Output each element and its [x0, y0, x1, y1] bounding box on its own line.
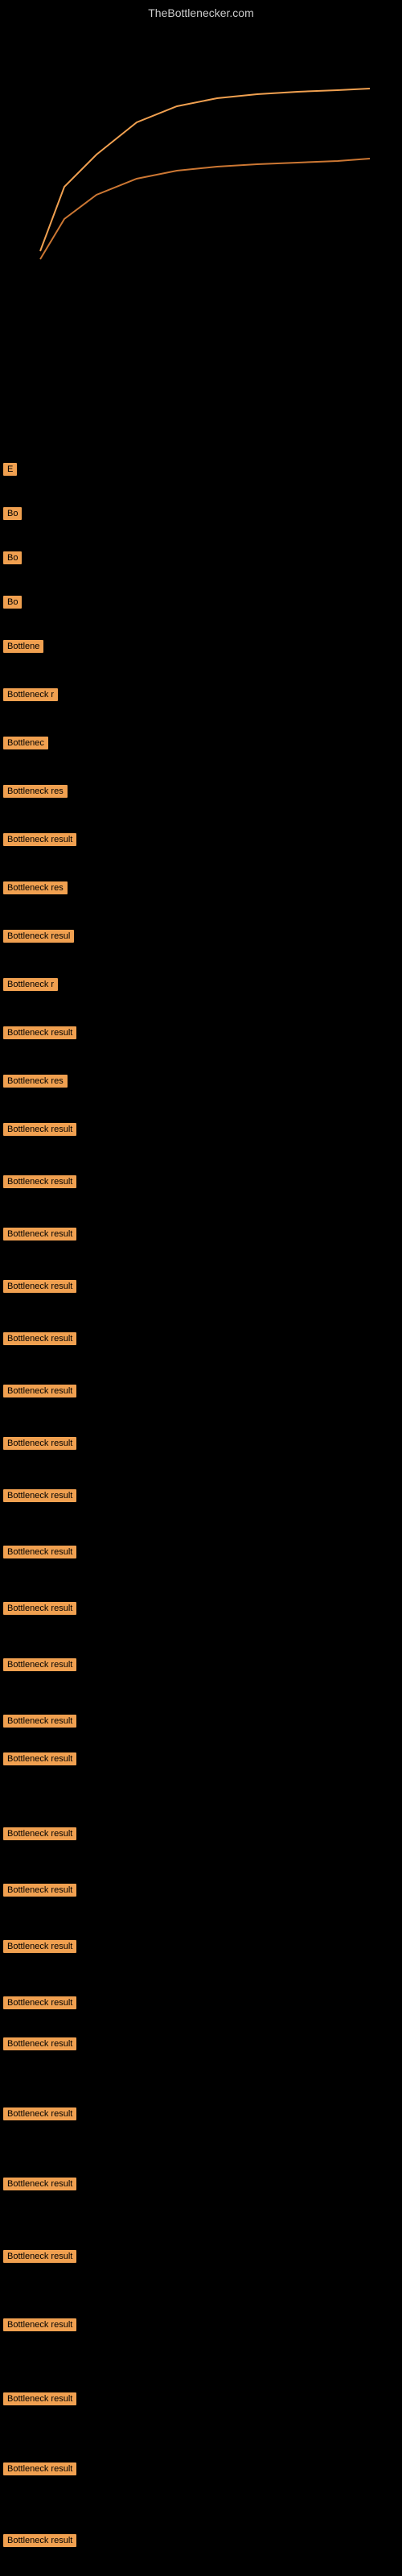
bottleneck-row-24[interactable]: Bottleneck result	[2, 1602, 76, 1615]
bottleneck-label-30: Bottleneck result	[3, 1940, 76, 1953]
bottleneck-row-19[interactable]: Bottleneck result	[2, 1332, 76, 1345]
bottleneck-label-17: Bottleneck result	[3, 1228, 76, 1241]
bottleneck-row-4[interactable]: Bo	[2, 596, 22, 609]
page-wrapper: TheBottlenecker.com E Bo Bo Bo Bottlene Bottl…	[0, 0, 402, 2576]
bottleneck-row-9[interactable]: Bottleneck result	[2, 833, 76, 846]
bottleneck-label-25: Bottleneck result	[3, 1658, 76, 1671]
bottleneck-label-16: Bottleneck result	[3, 1175, 76, 1188]
chart-area	[16, 26, 386, 275]
bottleneck-label-34: Bottleneck result	[3, 2178, 76, 2190]
bottleneck-row-10[interactable]: Bottleneck res	[2, 881, 68, 894]
bottleneck-row-38[interactable]: Bottleneck result	[2, 2462, 76, 2475]
bottleneck-row-23[interactable]: Bottleneck result	[2, 1546, 76, 1558]
bottleneck-row-2[interactable]: Bo	[2, 507, 22, 520]
bottleneck-label-31: Bottleneck result	[3, 1996, 76, 2009]
bottleneck-label-15: Bottleneck result	[3, 1123, 76, 1136]
bottleneck-row-6[interactable]: Bottleneck r	[2, 688, 58, 701]
bottleneck-row-39[interactable]: Bottleneck result	[2, 2534, 76, 2547]
bottleneck-row-14[interactable]: Bottleneck res	[2, 1075, 68, 1088]
bottleneck-label-11: Bottleneck resul	[3, 930, 74, 943]
bottleneck-label-13: Bottleneck result	[3, 1026, 76, 1039]
bottleneck-label-24: Bottleneck result	[3, 1602, 76, 1615]
bottleneck-label-36: Bottleneck result	[3, 2318, 76, 2331]
bottleneck-label-35: Bottleneck result	[3, 2250, 76, 2263]
bottleneck-row-36[interactable]: Bottleneck result	[2, 2318, 76, 2331]
site-title: TheBottlenecker.com	[0, 0, 402, 23]
bottleneck-row-31[interactable]: Bottleneck result	[2, 1996, 76, 2009]
bottleneck-row-22[interactable]: Bottleneck result	[2, 1489, 76, 1502]
bottleneck-label-33: Bottleneck result	[3, 2107, 76, 2120]
bottleneck-label-23: Bottleneck result	[3, 1546, 76, 1558]
bottleneck-label-27: Bottleneck result	[3, 1752, 76, 1765]
bottleneck-label-5: Bottlene	[3, 640, 43, 653]
bottleneck-label-26: Bottleneck result	[3, 1715, 76, 1728]
bottleneck-label-1: E	[3, 463, 17, 476]
bottleneck-row-8[interactable]: Bottleneck res	[2, 785, 68, 798]
bottleneck-row-20[interactable]: Bottleneck result	[2, 1385, 76, 1397]
bottleneck-row-33[interactable]: Bottleneck result	[2, 2107, 76, 2120]
bottleneck-row-27[interactable]: Bottleneck result	[2, 1752, 76, 1765]
bottleneck-label-28: Bottleneck result	[3, 1827, 76, 1840]
bottleneck-label-12: Bottleneck r	[3, 978, 58, 991]
bottleneck-label-19: Bottleneck result	[3, 1332, 76, 1345]
bottleneck-row-11[interactable]: Bottleneck resul	[2, 930, 74, 943]
bottleneck-row-32[interactable]: Bottleneck result	[2, 2037, 76, 2050]
bottleneck-row-26[interactable]: Bottleneck result	[2, 1715, 76, 1728]
bottleneck-label-8: Bottleneck res	[3, 785, 68, 798]
bottleneck-row-21[interactable]: Bottleneck result	[2, 1437, 76, 1450]
bottleneck-label-37: Bottleneck result	[3, 2392, 76, 2405]
bottleneck-row-30[interactable]: Bottleneck result	[2, 1940, 76, 1953]
bottleneck-label-6: Bottleneck r	[3, 688, 58, 701]
bottleneck-row-16[interactable]: Bottleneck result	[2, 1175, 76, 1188]
bottleneck-row-5[interactable]: Bottlene	[2, 640, 43, 653]
bottleneck-label-10: Bottleneck res	[3, 881, 68, 894]
bottleneck-label-29: Bottleneck result	[3, 1884, 76, 1897]
bottleneck-row-1[interactable]: E	[2, 463, 17, 476]
bottleneck-label-4: Bo	[3, 596, 22, 609]
bottleneck-label-20: Bottleneck result	[3, 1385, 76, 1397]
bottleneck-label-7: Bottlenec	[3, 737, 48, 749]
chart-svg	[16, 26, 386, 275]
bottleneck-label-32: Bottleneck result	[3, 2037, 76, 2050]
bottleneck-label-14: Bottleneck res	[3, 1075, 68, 1088]
bottleneck-label-21: Bottleneck result	[3, 1437, 76, 1450]
bottleneck-row-15[interactable]: Bottleneck result	[2, 1123, 76, 1136]
bottleneck-row-28[interactable]: Bottleneck result	[2, 1827, 76, 1840]
bottleneck-label-39: Bottleneck result	[3, 2534, 76, 2547]
bottleneck-row-35[interactable]: Bottleneck result	[2, 2250, 76, 2263]
bottleneck-row-17[interactable]: Bottleneck result	[2, 1228, 76, 1241]
bottleneck-row-12[interactable]: Bottleneck r	[2, 978, 58, 991]
bottleneck-label-3: Bo	[3, 551, 22, 564]
bottleneck-label-22: Bottleneck result	[3, 1489, 76, 1502]
bottleneck-label-38: Bottleneck result	[3, 2462, 76, 2475]
bottleneck-label-9: Bottleneck result	[3, 833, 76, 846]
bottleneck-row-3[interactable]: Bo	[2, 551, 22, 564]
bottleneck-row-13[interactable]: Bottleneck result	[2, 1026, 76, 1039]
bottleneck-row-18[interactable]: Bottleneck result	[2, 1280, 76, 1293]
bottleneck-row-37[interactable]: Bottleneck result	[2, 2392, 76, 2405]
bottleneck-row-34[interactable]: Bottleneck result	[2, 2178, 76, 2190]
bottleneck-row-7[interactable]: Bottlenec	[2, 737, 48, 749]
bottleneck-row-29[interactable]: Bottleneck result	[2, 1884, 76, 1897]
bottleneck-label-2: Bo	[3, 507, 22, 520]
bottleneck-label-18: Bottleneck result	[3, 1280, 76, 1293]
bottleneck-row-25[interactable]: Bottleneck result	[2, 1658, 76, 1671]
